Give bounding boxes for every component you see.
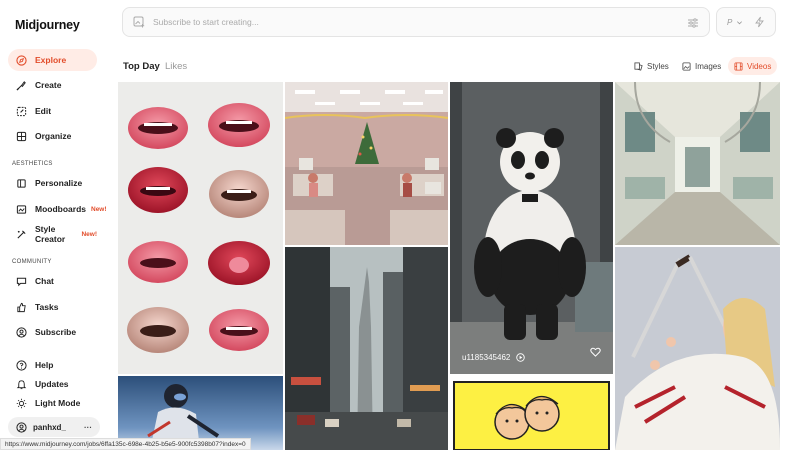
bell-icon xyxy=(16,379,27,390)
city-artwork xyxy=(285,247,448,450)
nav-updates-label: Updates xyxy=(35,379,69,389)
styles-icon xyxy=(634,61,643,71)
section-community: COMMUNITY xyxy=(12,259,52,265)
avatar-icon xyxy=(16,421,27,433)
nav-organize[interactable]: Organize xyxy=(8,125,97,147)
lips-artwork xyxy=(127,103,270,353)
new-badge: New! xyxy=(81,230,97,238)
image-add-icon[interactable] xyxy=(133,16,145,28)
train-artwork xyxy=(615,82,780,245)
compass-icon xyxy=(16,54,27,66)
nav-help-label: Help xyxy=(35,360,54,370)
play-circle-icon xyxy=(516,353,526,362)
nav-explore[interactable]: Explore xyxy=(8,49,97,71)
user-menu[interactable]: panhxd_ ··· xyxy=(8,417,100,437)
user-circle-icon xyxy=(16,326,27,338)
cartoon-artwork xyxy=(453,381,610,450)
nav-style-creator[interactable]: Style Creator New! xyxy=(8,223,97,245)
image-icon xyxy=(682,61,691,71)
bolt-icon[interactable] xyxy=(754,16,765,30)
nav-edit-label: Edit xyxy=(35,106,52,116)
nav-light-mode-label: Light Mode xyxy=(35,398,81,408)
nav-personalize[interactable]: Personalize xyxy=(8,172,97,194)
section-aesthetics: AESTHETICS xyxy=(12,161,53,167)
nav-subscribe[interactable]: Subscribe xyxy=(8,321,97,343)
nav-organize-label: Organize xyxy=(35,131,72,141)
nav-chat-label: Chat xyxy=(35,276,54,286)
browser-status-url: https://www.midjourney.com/jobs/6ffa135c… xyxy=(0,438,251,450)
new-badge: New! xyxy=(91,205,107,213)
nav-create[interactable]: Create xyxy=(8,74,97,96)
nav-explore-label: Explore xyxy=(35,55,67,65)
image-tile-panda[interactable]: u1185345462 xyxy=(450,82,613,374)
settings-sliders-icon[interactable] xyxy=(687,16,699,34)
nav-tasks-label: Tasks xyxy=(35,302,59,312)
creator-tag[interactable]: u1185345462 xyxy=(462,353,526,362)
nav-chat[interactable]: Chat xyxy=(8,270,97,292)
filter-styles-label: Styles xyxy=(647,61,669,71)
chevron-down-icon xyxy=(736,19,743,26)
image-tile-office[interactable] xyxy=(285,82,448,245)
nav-tasks[interactable]: Tasks xyxy=(8,296,97,318)
panda-artwork xyxy=(450,82,613,374)
filter-videos-label: Videos xyxy=(747,61,772,71)
search-placeholder: Subscribe to start creating... xyxy=(153,17,259,27)
office-artwork xyxy=(285,82,448,245)
profile-label: P xyxy=(727,17,733,27)
logo[interactable]: Midjourney xyxy=(15,18,80,32)
filter-videos[interactable]: Videos xyxy=(728,57,778,75)
sun-icon xyxy=(16,398,27,409)
brush-icon xyxy=(16,80,27,91)
style-creator-icon xyxy=(16,229,27,240)
filter-styles[interactable]: Styles xyxy=(628,57,675,75)
nav-create-label: Create xyxy=(35,80,62,90)
image-tile-train[interactable] xyxy=(615,82,780,245)
filter-images[interactable]: Images xyxy=(676,57,727,75)
nav-edit[interactable]: Edit xyxy=(8,100,97,122)
image-tile-lips[interactable] xyxy=(118,82,283,374)
nav-moodboards[interactable]: Moodboards New! xyxy=(8,198,107,220)
help-icon xyxy=(16,359,27,371)
swordswoman-artwork xyxy=(615,247,780,450)
nav-personalize-label: Personalize xyxy=(35,178,83,188)
search-bar[interactable]: Subscribe to start creating... xyxy=(122,7,710,37)
filter-images-label: Images xyxy=(695,61,722,71)
like-heart-icon[interactable] xyxy=(590,344,601,362)
thumbs-up-icon xyxy=(16,302,27,313)
edit-icon xyxy=(16,106,27,117)
nav-moodboards-label: Moodboards xyxy=(35,204,86,214)
username: panhxd_ xyxy=(33,422,66,432)
nav-light-mode[interactable]: Light Mode xyxy=(8,392,97,414)
chat-icon xyxy=(16,276,27,287)
tab-top-day[interactable]: Top Day xyxy=(123,61,160,72)
grid-icon xyxy=(16,131,27,142)
tab-likes[interactable]: Likes xyxy=(165,61,187,72)
nav-subscribe-label: Subscribe xyxy=(35,327,77,337)
image-tile-cartoon[interactable] xyxy=(450,376,613,450)
profile-selector[interactable]: P xyxy=(716,7,776,37)
creator-username: u1185345462 xyxy=(462,353,511,362)
nav-style-creator-label: Style Creator xyxy=(35,224,66,244)
moodboard-icon xyxy=(16,204,27,215)
film-icon xyxy=(734,61,743,71)
more-options-button[interactable]: ··· xyxy=(84,423,92,432)
palette-icon xyxy=(16,178,27,189)
image-tile-city[interactable] xyxy=(285,247,448,450)
sidebar: Midjourney Explore Create Edit Organize … xyxy=(0,0,108,450)
image-tile-swordswoman[interactable] xyxy=(615,247,780,450)
